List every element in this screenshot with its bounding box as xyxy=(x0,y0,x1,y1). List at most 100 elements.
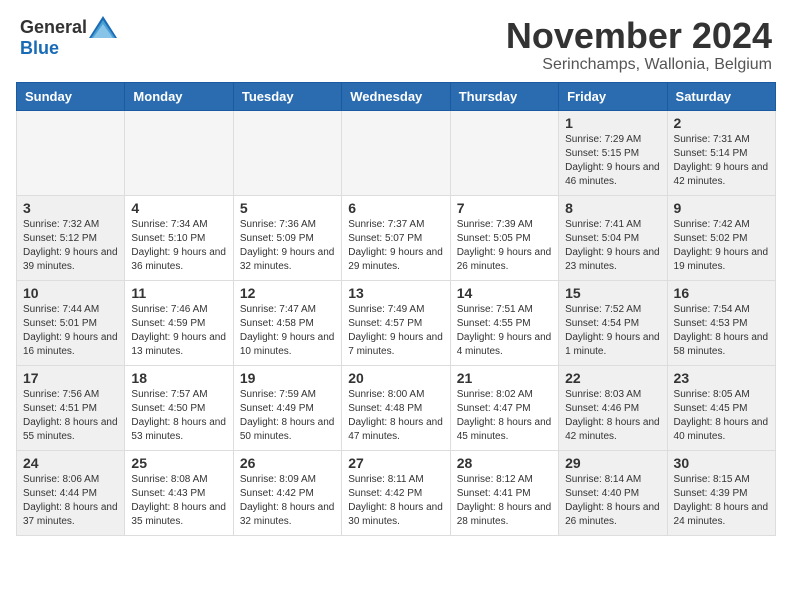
day-info: Sunrise: 7:57 AM Sunset: 4:50 PM Dayligh… xyxy=(131,388,226,444)
day-number: 10 xyxy=(23,285,118,301)
day-info: Sunrise: 7:44 AM Sunset: 5:01 PM Dayligh… xyxy=(23,303,118,359)
day-info: Sunrise: 7:34 AM Sunset: 5:10 PM Dayligh… xyxy=(131,218,226,274)
calendar-day xyxy=(125,110,233,195)
day-number: 11 xyxy=(131,285,226,301)
calendar-day: 24 Sunrise: 8:06 AM Sunset: 4:44 PM Dayli… xyxy=(17,450,125,535)
calendar-day: 18 Sunrise: 7:57 AM Sunset: 4:50 PM Dayli… xyxy=(125,365,233,450)
day-number: 13 xyxy=(348,285,443,301)
calendar-day: 25 Sunrise: 8:08 AM Sunset: 4:43 PM Dayli… xyxy=(125,450,233,535)
day-number: 1 xyxy=(565,115,660,131)
calendar-day xyxy=(342,110,450,195)
day-info: Sunrise: 7:29 AM Sunset: 5:15 PM Dayligh… xyxy=(565,133,660,189)
day-number: 19 xyxy=(240,370,335,386)
day-number: 23 xyxy=(674,370,769,386)
calendar-day: 4 Sunrise: 7:34 AM Sunset: 5:10 PM Daylig… xyxy=(125,195,233,280)
day-info: Sunrise: 7:41 AM Sunset: 5:04 PM Dayligh… xyxy=(565,218,660,274)
day-info: Sunrise: 7:52 AM Sunset: 4:54 PM Dayligh… xyxy=(565,303,660,359)
day-info: Sunrise: 7:31 AM Sunset: 5:14 PM Dayligh… xyxy=(674,133,769,189)
header-day-tuesday: Tuesday xyxy=(233,82,341,110)
day-info: Sunrise: 7:56 AM Sunset: 4:51 PM Dayligh… xyxy=(23,388,118,444)
calendar-day: 29Sunrise: 8:14 AM Sunset: 4:40 PM Dayli… xyxy=(559,450,667,535)
logo-general-text: General xyxy=(20,17,87,38)
day-number: 17 xyxy=(23,370,118,386)
calendar-day: 6Sunrise: 7:37 AM Sunset: 5:07 PM Daylig… xyxy=(342,195,450,280)
day-info: Sunrise: 8:06 AM Sunset: 4:44 PM Dayligh… xyxy=(23,473,118,529)
calendar-day: 8 Sunrise: 7:41 AM Sunset: 5:04 PM Daylig… xyxy=(559,195,667,280)
day-info: Sunrise: 7:39 AM Sunset: 5:05 PM Dayligh… xyxy=(457,218,552,274)
day-number: 8 xyxy=(565,200,660,216)
day-info: Sunrise: 8:00 AM Sunset: 4:48 PM Dayligh… xyxy=(348,388,443,444)
calendar-day: 14Sunrise: 7:51 AM Sunset: 4:55 PM Dayli… xyxy=(450,280,558,365)
calendar-header-row: SundayMondayTuesdayWednesdayThursdayFrid… xyxy=(17,82,776,110)
day-info: Sunrise: 7:47 AM Sunset: 4:58 PM Dayligh… xyxy=(240,303,335,359)
calendar-day: 2 Sunrise: 7:31 AM Sunset: 5:14 PM Daylig… xyxy=(667,110,775,195)
day-number: 3 xyxy=(23,200,118,216)
day-info: Sunrise: 8:02 AM Sunset: 4:47 PM Dayligh… xyxy=(457,388,552,444)
calendar-day: 19 Sunrise: 7:59 AM Sunset: 4:49 PM Dayli… xyxy=(233,365,341,450)
header: General Blue November 2024 Serinchamps, … xyxy=(0,0,792,82)
day-number: 16 xyxy=(674,285,769,301)
day-number: 12 xyxy=(240,285,335,301)
day-info: Sunrise: 7:32 AM Sunset: 5:12 PM Dayligh… xyxy=(23,218,118,274)
day-number: 22 xyxy=(565,370,660,386)
day-number: 26 xyxy=(240,455,335,471)
calendar-day xyxy=(450,110,558,195)
calendar-day: 26 Sunrise: 8:09 AM Sunset: 4:42 PM Dayli… xyxy=(233,450,341,535)
location: Serinchamps, Wallonia, Belgium xyxy=(506,56,772,74)
calendar-day: 5Sunrise: 7:36 AM Sunset: 5:09 PM Daylig… xyxy=(233,195,341,280)
header-day-wednesday: Wednesday xyxy=(342,82,450,110)
day-info: Sunrise: 8:08 AM Sunset: 4:43 PM Dayligh… xyxy=(131,473,226,529)
calendar-week-4: 17 Sunrise: 7:56 AM Sunset: 4:51 PM Dayli… xyxy=(17,365,776,450)
calendar-day: 28Sunrise: 8:12 AM Sunset: 4:41 PM Dayli… xyxy=(450,450,558,535)
day-info: Sunrise: 7:59 AM Sunset: 4:49 PM Dayligh… xyxy=(240,388,335,444)
logo-icon xyxy=(89,16,117,38)
calendar-week-3: 10 Sunrise: 7:44 AM Sunset: 5:01 PM Dayli… xyxy=(17,280,776,365)
logo-blue-text: Blue xyxy=(20,38,59,59)
day-number: 18 xyxy=(131,370,226,386)
day-number: 9 xyxy=(674,200,769,216)
calendar-day xyxy=(233,110,341,195)
day-number: 4 xyxy=(131,200,226,216)
calendar-week-5: 24 Sunrise: 8:06 AM Sunset: 4:44 PM Dayli… xyxy=(17,450,776,535)
calendar-day: 30 Sunrise: 8:15 AM Sunset: 4:39 PM Dayli… xyxy=(667,450,775,535)
day-number: 27 xyxy=(348,455,443,471)
header-day-saturday: Saturday xyxy=(667,82,775,110)
header-day-monday: Monday xyxy=(125,82,233,110)
calendar-day: 11 Sunrise: 7:46 AM Sunset: 4:59 PM Dayli… xyxy=(125,280,233,365)
calendar-day: 21 Sunrise: 8:02 AM Sunset: 4:47 PM Dayli… xyxy=(450,365,558,450)
day-number: 15 xyxy=(565,285,660,301)
calendar-day: 23Sunrise: 8:05 AM Sunset: 4:45 PM Dayli… xyxy=(667,365,775,450)
day-number: 25 xyxy=(131,455,226,471)
calendar-day: 12 Sunrise: 7:47 AM Sunset: 4:58 PM Dayli… xyxy=(233,280,341,365)
day-number: 24 xyxy=(23,455,118,471)
month-title: November 2024 xyxy=(506,16,772,56)
day-info: Sunrise: 7:46 AM Sunset: 4:59 PM Dayligh… xyxy=(131,303,226,359)
calendar-day: 22 Sunrise: 8:03 AM Sunset: 4:46 PM Dayli… xyxy=(559,365,667,450)
day-info: Sunrise: 7:51 AM Sunset: 4:55 PM Dayligh… xyxy=(457,303,552,359)
day-info: Sunrise: 7:49 AM Sunset: 4:57 PM Dayligh… xyxy=(348,303,443,359)
calendar-week-1: 1 Sunrise: 7:29 AM Sunset: 5:15 PM Daylig… xyxy=(17,110,776,195)
calendar-day: 9 Sunrise: 7:42 AM Sunset: 5:02 PM Daylig… xyxy=(667,195,775,280)
day-number: 30 xyxy=(674,455,769,471)
day-info: Sunrise: 8:03 AM Sunset: 4:46 PM Dayligh… xyxy=(565,388,660,444)
calendar-day: 20 Sunrise: 8:00 AM Sunset: 4:48 PM Dayli… xyxy=(342,365,450,450)
day-info: Sunrise: 7:54 AM Sunset: 4:53 PM Dayligh… xyxy=(674,303,769,359)
calendar-day: 3 Sunrise: 7:32 AM Sunset: 5:12 PM Daylig… xyxy=(17,195,125,280)
header-day-friday: Friday xyxy=(559,82,667,110)
title-section: November 2024 Serinchamps, Wallonia, Bel… xyxy=(506,16,772,74)
calendar-day: 13 Sunrise: 7:49 AM Sunset: 4:57 PM Dayli… xyxy=(342,280,450,365)
calendar-day: 1 Sunrise: 7:29 AM Sunset: 5:15 PM Daylig… xyxy=(559,110,667,195)
day-info: Sunrise: 8:12 AM Sunset: 4:41 PM Dayligh… xyxy=(457,473,552,529)
day-number: 20 xyxy=(348,370,443,386)
day-info: Sunrise: 8:09 AM Sunset: 4:42 PM Dayligh… xyxy=(240,473,335,529)
day-number: 21 xyxy=(457,370,552,386)
day-info: Sunrise: 8:11 AM Sunset: 4:42 PM Dayligh… xyxy=(348,473,443,529)
day-number: 7 xyxy=(457,200,552,216)
calendar-day: 7 Sunrise: 7:39 AM Sunset: 5:05 PM Daylig… xyxy=(450,195,558,280)
day-info: Sunrise: 7:42 AM Sunset: 5:02 PM Dayligh… xyxy=(674,218,769,274)
day-info: Sunrise: 7:36 AM Sunset: 5:09 PM Dayligh… xyxy=(240,218,335,274)
day-number: 2 xyxy=(674,115,769,131)
calendar-day: 16 Sunrise: 7:54 AM Sunset: 4:53 PM Dayli… xyxy=(667,280,775,365)
day-info: Sunrise: 8:15 AM Sunset: 4:39 PM Dayligh… xyxy=(674,473,769,529)
calendar-day xyxy=(17,110,125,195)
